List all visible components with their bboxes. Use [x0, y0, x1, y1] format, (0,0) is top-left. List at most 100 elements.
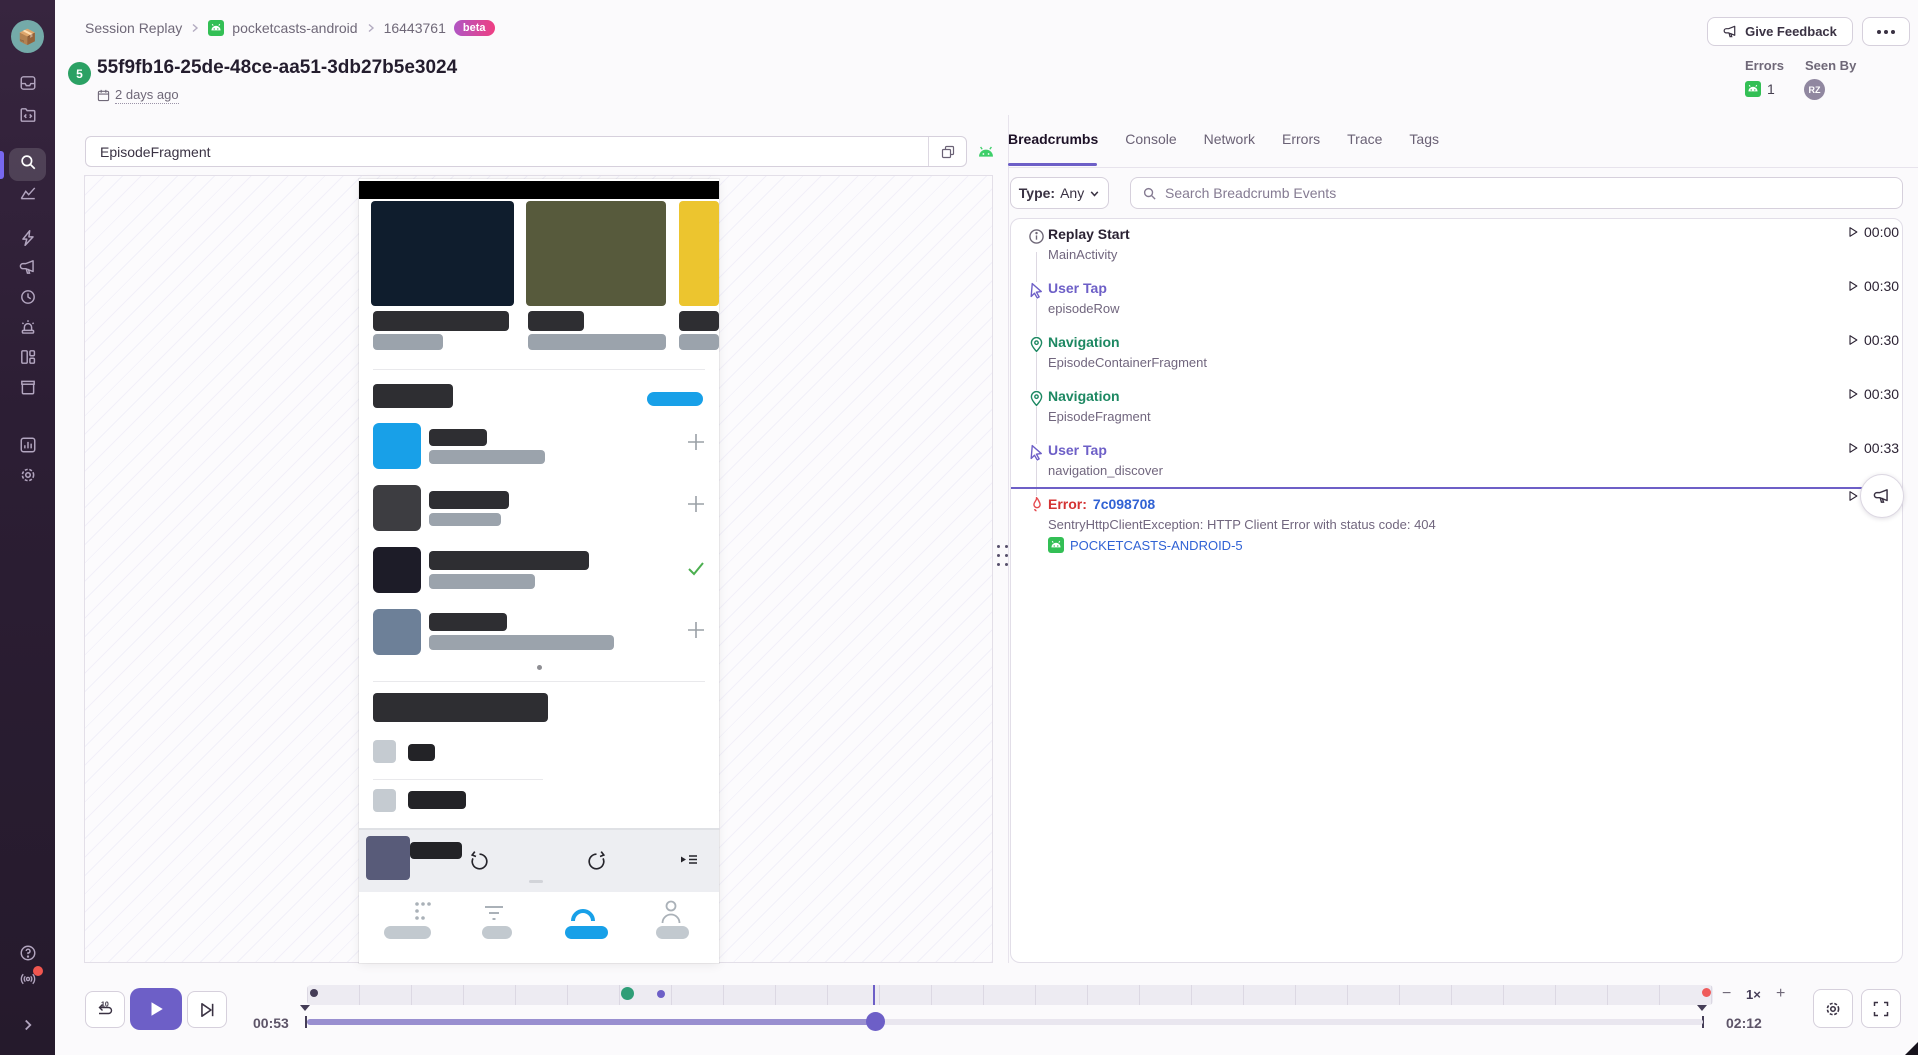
sidebar-item-explore-code[interactable] [0, 102, 55, 132]
user-tap-icon [1028, 444, 1045, 461]
copy-screen-name-button[interactable] [928, 137, 966, 166]
panel-divider [1008, 115, 1009, 963]
player-settings-button[interactable] [1813, 989, 1853, 1028]
tab-console[interactable]: Console [1125, 131, 1176, 161]
tab-breadcrumbs[interactable]: Breadcrumbs [1008, 131, 1098, 161]
seen-by-avatar[interactable]: RZ [1804, 79, 1825, 100]
rewind-10s-button[interactable]: 10 [85, 991, 125, 1028]
timeline-zoom-out-button[interactable]: − [1722, 985, 1731, 1003]
timeline-zoom-in-button[interactable]: + [1776, 985, 1785, 1003]
sidebar-item-settings[interactable] [0, 462, 55, 492]
sidebar-item-releases[interactable] [0, 284, 55, 314]
give-feedback-label: Give Feedback [1745, 24, 1837, 39]
sidebar-collapse-button[interactable] [0, 1012, 55, 1042]
type-filter-dropdown[interactable]: Type: Any [1010, 177, 1109, 209]
sidebar-item-alerts[interactable] [0, 314, 55, 344]
event-timestamp[interactable]: 00:30 [1847, 332, 1899, 348]
skip-back-icon [467, 849, 492, 879]
play-icon [1847, 334, 1859, 346]
timeline-right-bound[interactable] [1697, 1005, 1707, 1011]
event-timestamp[interactable]: 00:33 [1847, 440, 1899, 456]
replay-player-viewport[interactable] [84, 175, 993, 963]
replay-age-text[interactable]: 2 days ago [115, 87, 179, 104]
timeline-marker-tap[interactable] [657, 990, 665, 998]
fullscreen-button[interactable] [1861, 989, 1901, 1028]
text-placeholder [679, 311, 719, 331]
sidebar-item-feedback[interactable] [0, 254, 55, 284]
dashboards-icon [19, 348, 37, 371]
timeline-marker-navigation[interactable] [621, 987, 634, 1000]
event-description: navigation_discover [1048, 463, 1163, 478]
error-project-link[interactable]: POCKETCASTS-ANDROID-5 [1048, 537, 1243, 553]
event-title[interactable]: Navigation [1048, 334, 1120, 350]
current-screen-bar [85, 136, 967, 167]
page-title: 55f9fb16-25de-48ce-aa51-3db27b5e3024 [97, 57, 457, 79]
skip-to-end-button[interactable] [187, 991, 227, 1028]
error-id-link[interactable]: 7c098708 [1093, 496, 1155, 512]
current-screen-input[interactable] [100, 137, 930, 166]
playback-speed-label[interactable]: 1× [1746, 987, 1761, 1002]
tab-errors[interactable]: Errors [1282, 131, 1320, 161]
podcast-artwork-placeholder [679, 201, 719, 306]
copy-icon [941, 145, 955, 159]
timeline-marker-error[interactable] [1702, 988, 1711, 997]
replayed-app-screen [359, 179, 719, 963]
sidebar-item-insights[interactable] [0, 180, 55, 210]
text-placeholder [429, 613, 507, 631]
rewind-10-icon: 10 [95, 1000, 115, 1020]
sidebar-item-integrations[interactable] [0, 374, 55, 404]
seen-by-label: Seen By [1805, 58, 1856, 73]
more-options-button[interactable] [1862, 17, 1910, 46]
fullscreen-icon [1873, 1001, 1889, 1017]
text-placeholder [373, 311, 509, 331]
podcast-artwork-placeholder [526, 201, 666, 306]
breadcrumb-project-link[interactable]: pocketcasts-android [232, 20, 357, 36]
sidebar-item-search[interactable] [0, 149, 55, 179]
play-button[interactable] [130, 988, 182, 1030]
event-title[interactable]: User Tap [1048, 442, 1107, 458]
event-timestamp[interactable] [1847, 490, 1859, 502]
give-feedback-button[interactable]: Give Feedback [1707, 17, 1853, 46]
android-platform-icon [977, 143, 995, 160]
plus-icon [685, 431, 707, 458]
tab-network[interactable]: Network [1204, 131, 1255, 161]
breadcrumb-section-link[interactable]: Session Replay [85, 20, 182, 36]
nav-label-placeholder-active [565, 926, 608, 939]
list-avatar-placeholder [373, 423, 421, 469]
timeline-marker-start[interactable] [310, 989, 318, 997]
seek-scrubber-handle[interactable] [866, 1012, 885, 1031]
seek-bar[interactable] [307, 1019, 1703, 1025]
sidebar-item-stats[interactable] [0, 432, 55, 462]
page-indicator-dot [537, 665, 542, 670]
timeline-left-bound[interactable] [300, 1005, 310, 1011]
event-title-error: Error:7c098708 [1048, 496, 1155, 512]
seek-bar-fill [307, 1019, 876, 1025]
event-title[interactable]: Replay Start [1048, 226, 1130, 242]
sidebar-item-dashboards[interactable] [0, 344, 55, 374]
calendar-icon [97, 89, 110, 102]
feedback-widget-button[interactable] [1860, 474, 1904, 518]
event-timestamp[interactable]: 00:30 [1847, 278, 1899, 294]
window-resize-grip[interactable] [1905, 1042, 1918, 1055]
chevron-right-icon [19, 1016, 37, 1039]
timeline-minimap[interactable] [307, 985, 1713, 1005]
event-timestamp[interactable]: 00:30 [1847, 386, 1899, 402]
code-folder-icon [19, 106, 37, 129]
chevron-separator-icon [366, 23, 376, 33]
event-timestamp[interactable]: 00:00 [1847, 224, 1899, 240]
search-icon [19, 153, 37, 176]
event-title[interactable]: Navigation [1048, 388, 1120, 404]
tab-tags[interactable]: Tags [1409, 131, 1439, 161]
drag-dash [529, 880, 543, 883]
text-placeholder [528, 334, 666, 350]
event-description: EpisodeContainerFragment [1048, 355, 1207, 370]
sidebar-item-issues[interactable] [0, 70, 55, 100]
breadcrumb-search-input[interactable] [1165, 179, 1885, 207]
sidebar-item-performance[interactable] [0, 225, 55, 255]
nav-grid-icon [413, 901, 437, 928]
sidebar-item-broadcasts[interactable] [0, 966, 55, 996]
current-time-indicator-line [1011, 487, 1902, 489]
tab-trace[interactable]: Trace [1347, 131, 1382, 161]
event-title[interactable]: User Tap [1048, 280, 1107, 296]
org-avatar[interactable]: 📦 [11, 20, 44, 53]
